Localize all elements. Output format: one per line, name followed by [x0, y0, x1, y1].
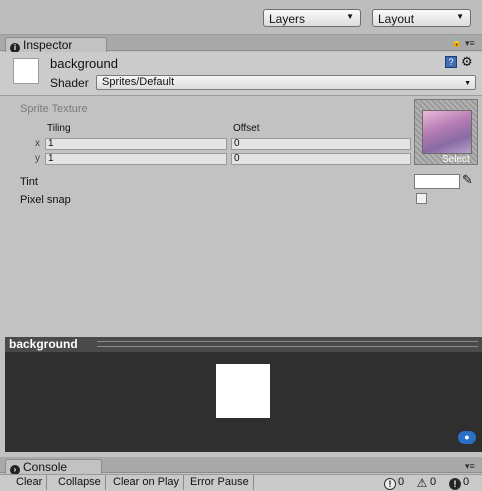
info-count-value: 0 [398, 476, 405, 488]
warning-count[interactable]: ⚠ 0 [416, 475, 437, 490]
info-count[interactable]: ! 0 [384, 475, 404, 490]
error-icon: ! [449, 478, 461, 490]
tiling-y-field[interactable]: 1 [45, 153, 227, 165]
offset-y-field[interactable]: 0 [231, 153, 411, 165]
error-count-value: 0 [463, 476, 470, 488]
preview-header[interactable]: background [5, 337, 482, 352]
top-toolbar: Layers ▼ Layout ▼ [0, 0, 482, 35]
preview-title: background [9, 337, 78, 351]
eyedropper-icon[interactable]: ✎ [462, 172, 473, 188]
x-label: x [35, 138, 40, 149]
pane-menu-icon[interactable]: ▾≡ [465, 38, 475, 49]
info-icon: ! [384, 478, 396, 490]
texture-select-button[interactable]: Select [442, 154, 470, 165]
inspector-tab-label: Inspector [23, 38, 73, 52]
warning-icon: ⚠ [416, 476, 428, 490]
error-pause-button[interactable]: Error Pause [186, 475, 254, 490]
tab-inspector[interactable]: i Inspector [5, 37, 107, 53]
dropdown-arrow-icon: ▼ [464, 80, 471, 87]
collapse-button[interactable]: Collapse [54, 475, 106, 490]
tab-console[interactable]: › Console [5, 459, 102, 475]
sprite-texture-label: Sprite Texture [20, 103, 88, 115]
shader-label: Shader [50, 76, 89, 90]
preview-resize-grip[interactable] [97, 341, 478, 347]
console-tab-label: Console [23, 460, 68, 474]
inspector-tabbar: i Inspector 🔒 ▾≡ [0, 35, 482, 53]
warning-count-value: 0 [430, 476, 437, 488]
gear-icon[interactable]: ⚙ [461, 54, 473, 70]
layout-dropdown[interactable]: Layout ▼ [372, 9, 471, 27]
offset-label: Offset [233, 123, 260, 134]
help-book-icon[interactable]: ? [445, 56, 457, 68]
clear-button[interactable]: Clear [12, 475, 48, 490]
y-label: y [35, 153, 40, 164]
tiling-label: Tiling [47, 123, 71, 134]
offset-x-field[interactable]: 0 [231, 138, 411, 150]
tint-label: Tint [20, 176, 38, 188]
tiling-x-field[interactable]: 1 [45, 138, 227, 150]
preview-sprite [216, 364, 270, 418]
pixel-snap-label: Pixel snap [20, 194, 71, 206]
console-tabbar: › Console ▾≡ [0, 457, 482, 475]
tag-icon[interactable]: ● [458, 431, 476, 444]
dropdown-arrow-icon: ▼ [456, 12, 464, 21]
clear-on-play-button[interactable]: Clear on Play [109, 475, 185, 490]
shader-dropdown[interactable]: Sprites/Default ▼ [96, 75, 476, 90]
pixel-snap-checkbox[interactable] [416, 193, 427, 204]
layers-label: Layers [269, 12, 306, 26]
layers-dropdown[interactable]: Layers ▼ [263, 9, 361, 27]
error-count[interactable]: ! 0 [449, 475, 469, 490]
pane-menu-icon[interactable]: ▾≡ [465, 461, 475, 472]
material-name: background [50, 56, 118, 71]
tint-color-field[interactable] [414, 174, 460, 189]
lock-icon[interactable]: 🔒 [451, 37, 462, 48]
material-thumbnail [13, 58, 39, 84]
shader-value: Sprites/Default [102, 76, 175, 88]
layout-label: Layout [378, 12, 415, 26]
texture-thumbnail [422, 110, 472, 154]
dropdown-arrow-icon: ▼ [346, 12, 354, 21]
